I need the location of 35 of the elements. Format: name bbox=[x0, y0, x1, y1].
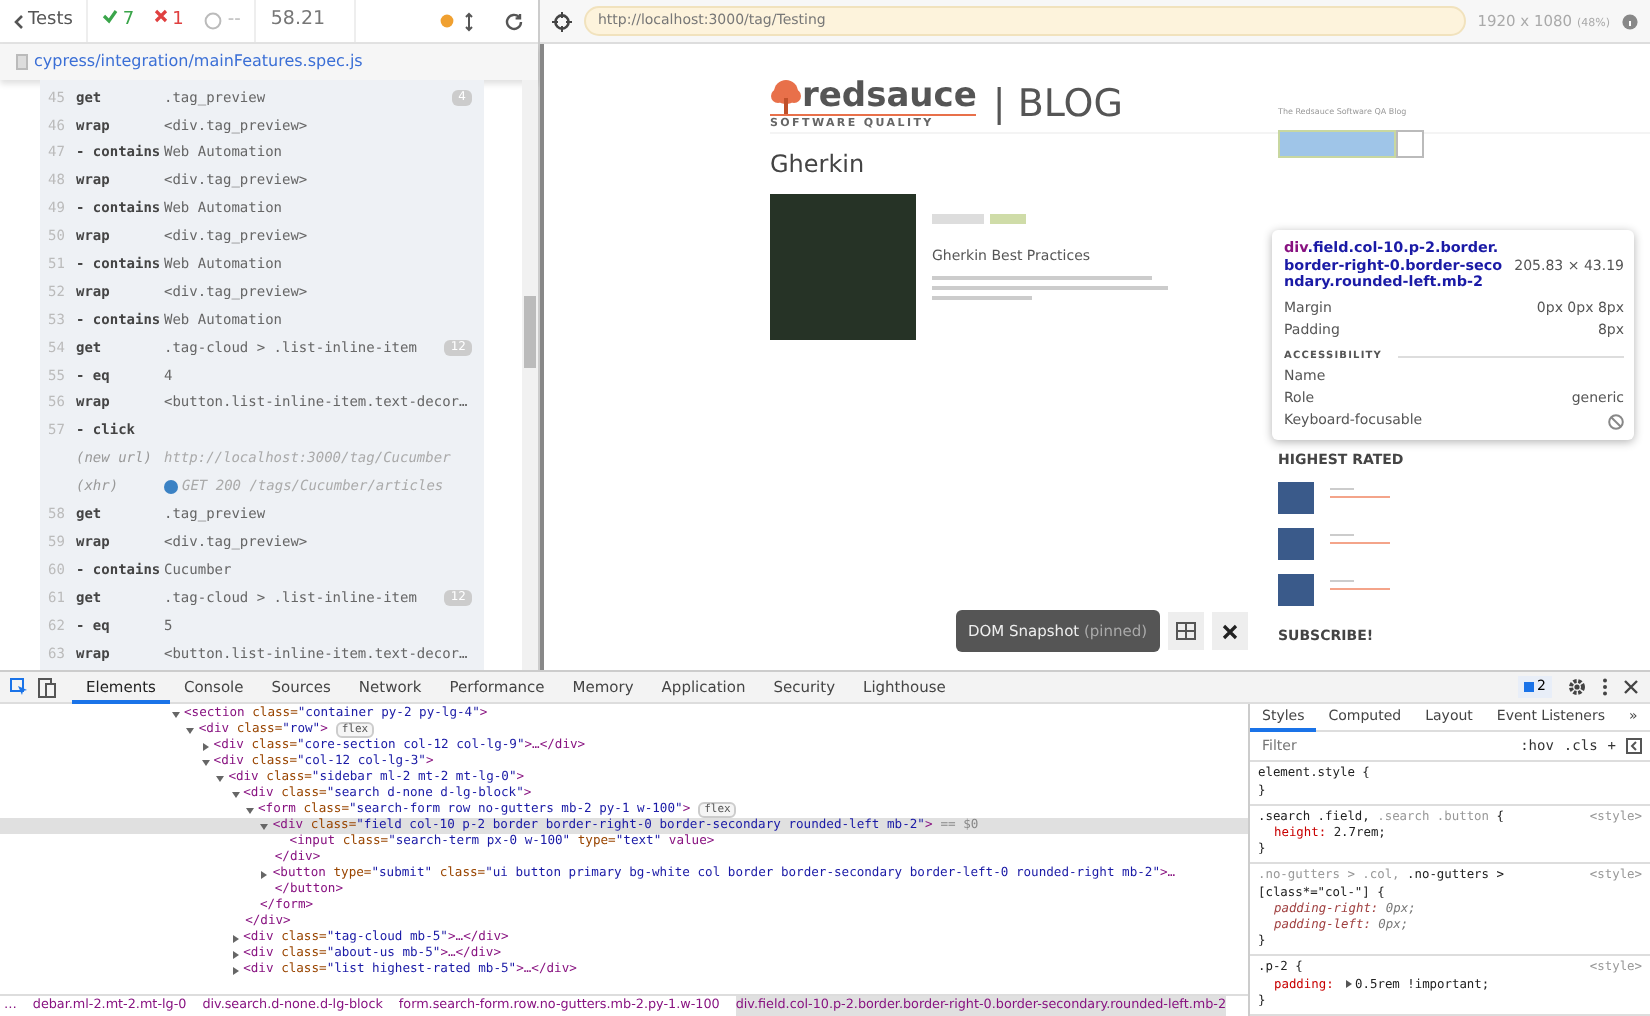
info-icon[interactable] bbox=[1622, 13, 1638, 29]
file-icon bbox=[16, 54, 28, 70]
up-down-arrows-icon bbox=[464, 11, 474, 31]
chevron-left-icon bbox=[14, 13, 24, 29]
back-link[interactable]: Tests bbox=[14, 7, 73, 35]
search-field[interactable] bbox=[1278, 130, 1396, 158]
page-title: Gherkin bbox=[770, 148, 867, 182]
reload-button[interactable] bbox=[504, 11, 524, 31]
close-button[interactable] bbox=[1211, 612, 1248, 651]
grid-icon bbox=[1175, 622, 1196, 641]
message-square-icon bbox=[1523, 682, 1534, 692]
crosshair-icon bbox=[552, 11, 572, 31]
highlight-toggle-button[interactable] bbox=[1167, 612, 1204, 651]
reload-icon bbox=[504, 11, 524, 31]
inspect-element-button[interactable] bbox=[10, 678, 28, 696]
scrollbar[interactable] bbox=[522, 80, 538, 670]
circle-icon bbox=[203, 12, 222, 30]
device-toolbar-button[interactable] bbox=[38, 677, 56, 697]
selector-playground-button[interactable] bbox=[552, 11, 572, 31]
duration-text: 58.21 bbox=[270, 6, 326, 35]
close-icon[interactable] bbox=[1624, 680, 1638, 694]
x-icon bbox=[154, 7, 169, 24]
device-icon bbox=[38, 677, 56, 697]
pending-count: -- bbox=[203, 7, 241, 35]
settings-icon[interactable] bbox=[1568, 678, 1586, 696]
close-icon bbox=[1221, 623, 1238, 640]
check-icon bbox=[102, 7, 119, 24]
passed-count: 7 bbox=[102, 7, 135, 35]
failed-count: 1 bbox=[154, 7, 184, 35]
cursor-box-icon bbox=[10, 678, 28, 696]
resize-button[interactable] bbox=[464, 11, 474, 31]
blog-heading: | BLOG bbox=[992, 79, 1123, 129]
more-options-icon[interactable] bbox=[1602, 678, 1608, 696]
sidebar-toggle-icon[interactable] bbox=[1626, 738, 1642, 755]
tree-icon bbox=[770, 79, 802, 114]
